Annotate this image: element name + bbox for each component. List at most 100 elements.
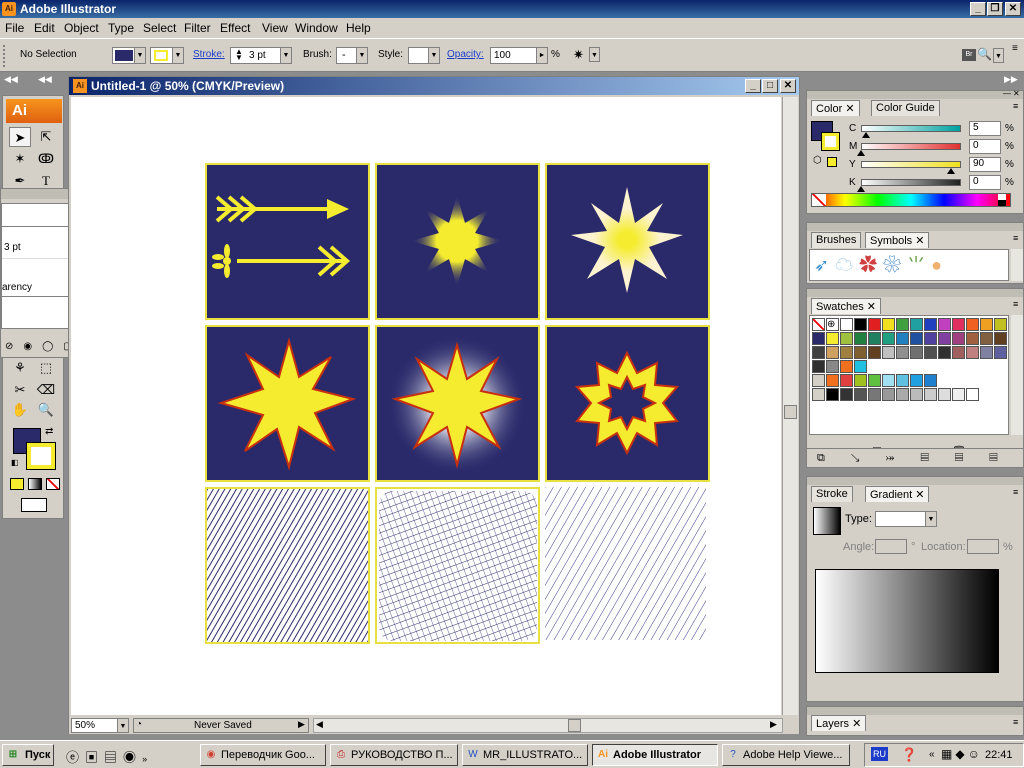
color-swatch[interactable] [910, 318, 923, 331]
color-swatch[interactable] [840, 388, 853, 401]
tab-color-guide[interactable]: Color Guide [871, 100, 940, 116]
black-color[interactable] [998, 200, 1006, 206]
color-swatch[interactable] [854, 332, 867, 345]
dots-icon[interactable]: ● [931, 255, 948, 275]
color-swatch[interactable] [826, 332, 839, 345]
color-swatch[interactable] [840, 318, 853, 331]
swatch-group-folder-icon[interactable] [812, 374, 825, 387]
close-icon[interactable]: ✕ [915, 235, 924, 247]
slice-tool-icon[interactable]: ⬚ [35, 358, 57, 378]
out-of-gamut-swatch[interactable] [827, 157, 837, 167]
gradient-mode-icon[interactable] [28, 478, 42, 490]
color-swatch[interactable] [854, 318, 867, 331]
tab-swatches[interactable]: Swatches ✕ [811, 298, 881, 314]
magic-wand-tool-icon[interactable]: ✶ [9, 149, 31, 169]
opacity-label[interactable]: Opacity: [447, 49, 484, 60]
color-swatch[interactable] [812, 360, 825, 373]
glow-star-tile[interactable] [205, 325, 370, 482]
minimize-icon[interactable]: _ [970, 2, 986, 16]
stroke-label[interactable]: Stroke: [193, 49, 225, 60]
soft-star-tile[interactable] [375, 163, 540, 320]
none-color-icon[interactable] [812, 194, 826, 206]
color-swatch[interactable] [868, 374, 881, 387]
start-button[interactable]: ⊞ Пуск [2, 744, 54, 766]
scrollbar[interactable] [1011, 315, 1023, 435]
color-swatch[interactable] [826, 346, 839, 359]
color-swatch[interactable] [840, 360, 853, 373]
color-swatch[interactable] [868, 388, 881, 401]
blue-flower-icon[interactable]: ❀ [883, 255, 907, 275]
color-swatch[interactable] [924, 346, 937, 359]
expand-tray-icon[interactable]: « [929, 749, 935, 760]
color-swatch[interactable] [938, 332, 951, 345]
expand-icon[interactable]: » [142, 754, 153, 764]
color-swatch[interactable] [896, 346, 909, 359]
channel-input-k[interactable]: 0 [969, 175, 1001, 190]
color-swatch[interactable] [812, 346, 825, 359]
minimize-icon[interactable]: — [1003, 89, 1011, 98]
language-indicator[interactable]: RU [871, 747, 888, 761]
color-swatch[interactable] [980, 346, 993, 359]
color-swatch[interactable] [924, 374, 937, 387]
transparency-row[interactable]: arency [2, 282, 32, 293]
artboard-canvas[interactable] [71, 97, 781, 715]
scroll-thumb[interactable] [568, 719, 581, 732]
color-swatch[interactable] [896, 318, 909, 331]
color-swatch[interactable] [868, 346, 881, 359]
color-swatch[interactable] [924, 318, 937, 331]
color-swatch[interactable] [854, 388, 867, 401]
chart-icon[interactable]: ▤ [104, 750, 123, 765]
color-swatch[interactable] [910, 346, 923, 359]
color-swatch[interactable] [868, 332, 881, 345]
stepper-icon[interactable]: ▲ ▼ [233, 48, 245, 62]
selection-tool-icon[interactable]: ➤ [9, 127, 31, 147]
color-swatch[interactable] [980, 318, 993, 331]
restore-icon[interactable]: ❐ [987, 2, 1003, 16]
color-swatch[interactable] [854, 360, 867, 373]
color-swatch[interactable] [952, 332, 965, 345]
swatches-grid[interactable]: ⊕ [809, 315, 1009, 435]
color-swatch[interactable] [896, 374, 909, 387]
tab-layers[interactable]: Layers ✕ [811, 715, 867, 731]
close-icon[interactable]: ✕ [845, 103, 854, 115]
eraser-tool-icon[interactable]: ⌫ [35, 380, 57, 400]
menu-type[interactable]: Type [108, 21, 134, 35]
minimize-icon[interactable]: _ [745, 79, 761, 93]
color-swatch[interactable] [952, 318, 965, 331]
color-swatch[interactable] [980, 332, 993, 345]
style-dropdown[interactable]: ▼ [408, 47, 440, 64]
status-field[interactable]: ◔ Never Saved ▶ [133, 718, 309, 733]
angle-input[interactable] [875, 539, 907, 554]
color-swatch[interactable] [882, 346, 895, 359]
color-swatch[interactable] [994, 332, 1007, 345]
taskbar-item[interactable]: ? Adobe Help Viewe... [722, 744, 850, 766]
scribble-tile[interactable] [375, 487, 540, 644]
channel-slider-y[interactable] [861, 161, 961, 168]
color-swatch[interactable] [840, 374, 853, 387]
cloud-icon[interactable]: ☁ [835, 255, 859, 275]
color-swatch[interactable] [966, 318, 979, 331]
collapsed-panel-icons[interactable]: ⧉↘⤖▤▤▤ [806, 448, 1024, 468]
brush-dropdown[interactable]: - ▼ [336, 47, 368, 64]
close-icon[interactable]: ✕ [867, 301, 876, 313]
color-swatch[interactable] [882, 318, 895, 331]
panel-menu-icon[interactable]: ≡ [1013, 299, 1018, 309]
color-swatch[interactable] [938, 346, 951, 359]
none-mode-icon[interactable] [46, 478, 60, 490]
taskbar-item[interactable]: W MR_ILLUSTRATO... [462, 744, 588, 766]
cube-icon[interactable]: ⬡ [813, 155, 822, 166]
color-swatch[interactable] [910, 374, 923, 387]
channel-input-c[interactable]: 5 [969, 121, 1001, 136]
close-icon[interactable]: ✕ [780, 79, 796, 93]
menu-object[interactable]: Object [64, 21, 99, 35]
outer-glow-star-tile[interactable] [375, 325, 540, 482]
ie-icon[interactable]: ⓔ [66, 750, 85, 765]
slider-thumb-icon[interactable] [947, 168, 955, 174]
color-mode-icon[interactable] [10, 478, 24, 490]
hatch-dense-tile[interactable] [205, 487, 370, 644]
grass-icon[interactable]: ⺌ [907, 255, 931, 275]
recolor-button[interactable]: ✷ ▼ [571, 47, 600, 64]
color-swatch[interactable] [854, 374, 867, 387]
color-swatch[interactable] [994, 346, 1007, 359]
color-swatch[interactable] [994, 318, 1007, 331]
